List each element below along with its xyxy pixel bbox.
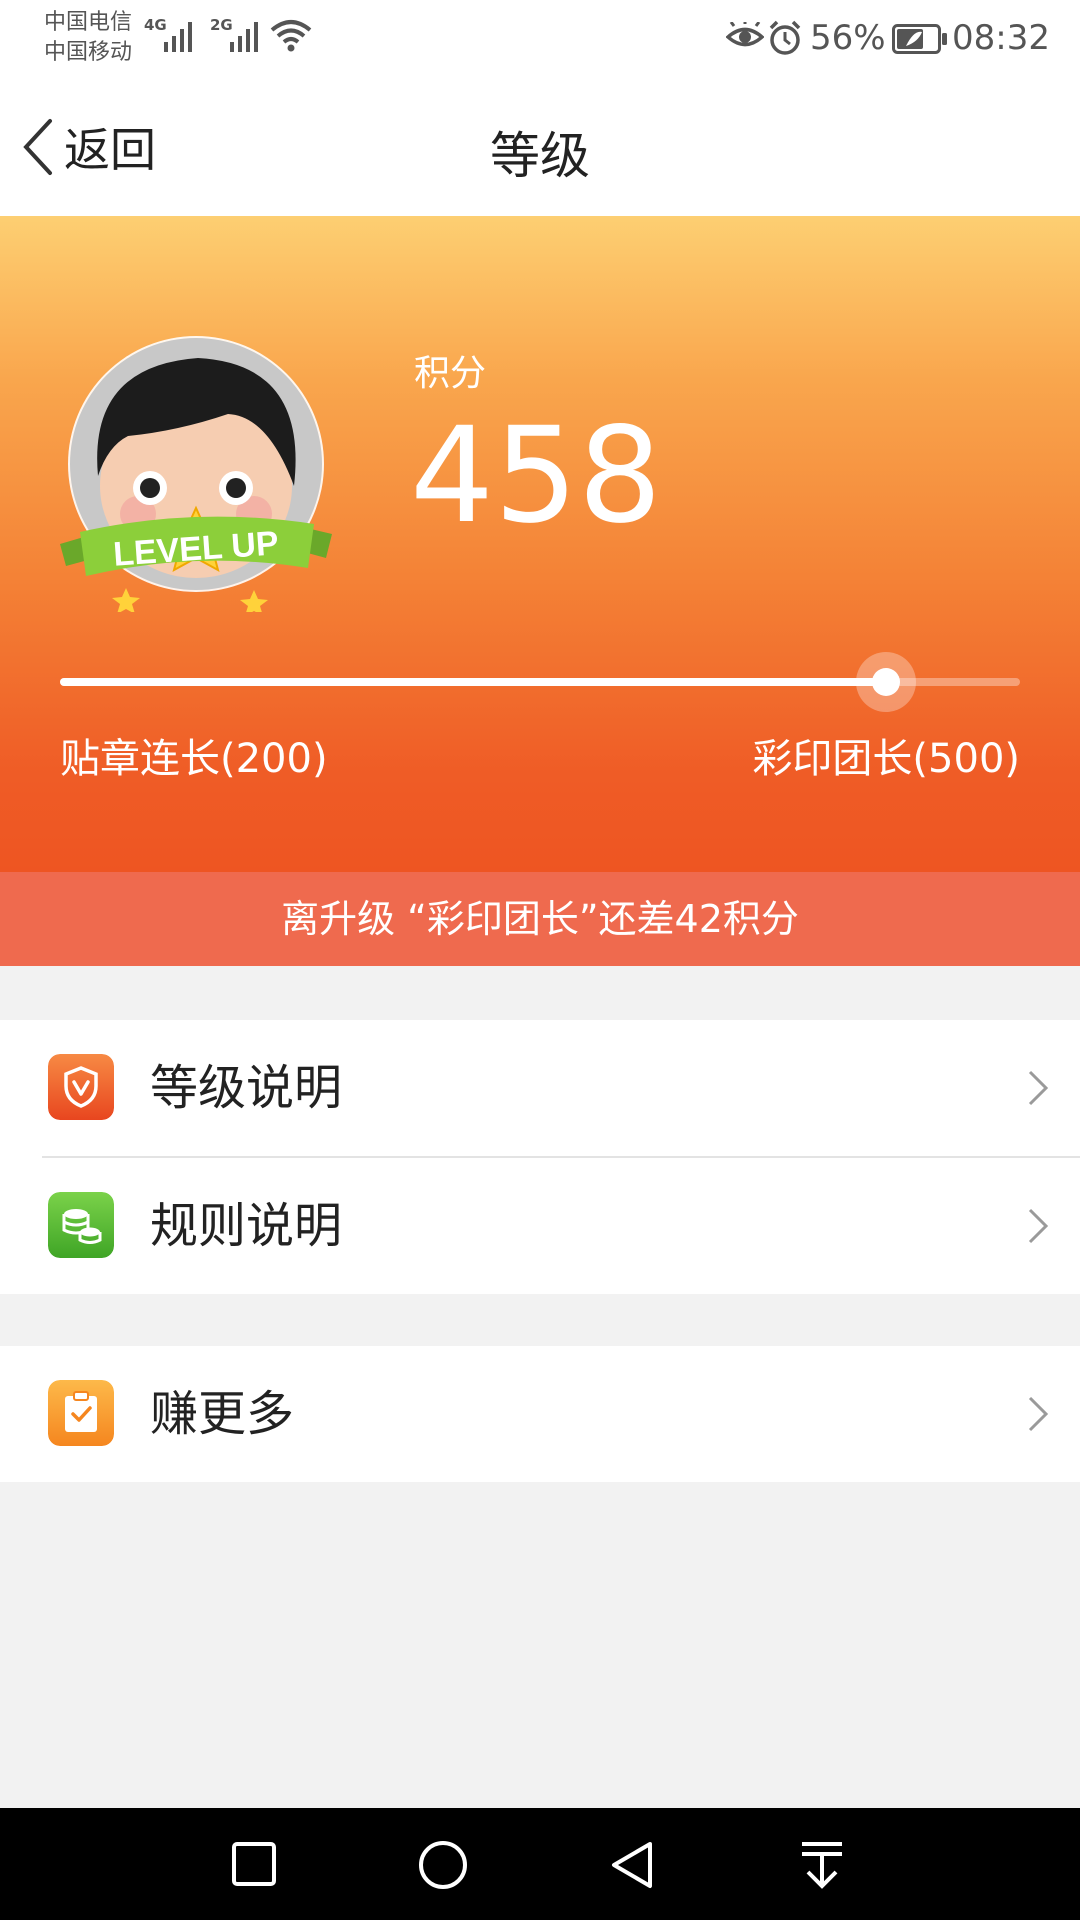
- chevron-right-icon: [1028, 1396, 1049, 1432]
- carrier-2: 中国移动: [44, 40, 133, 65]
- wifi-icon: [270, 20, 312, 52]
- battery-icon: [892, 24, 947, 54]
- system-navigation-bar: [0, 1808, 1080, 1920]
- battery-percent: 56%: [810, 18, 886, 58]
- shield-v-icon: [48, 1054, 114, 1120]
- eye-comfort-icon: [726, 22, 764, 47]
- upgrade-hint-banner: 离升级 “彩印团长”还差42积分: [0, 872, 1080, 966]
- signal-bars-icon: [230, 22, 258, 52]
- menu-item-label: 规则说明: [150, 1198, 343, 1254]
- level-progress-bar: [60, 652, 1020, 712]
- next-level-label: 彩印团长(500): [752, 736, 1020, 782]
- clock: 08:32: [952, 18, 1050, 58]
- level-hero: LEVEL UP 积分 458 贴章连长(200) 彩印团长(500): [0, 216, 1080, 872]
- level-progress-fill: [60, 678, 886, 686]
- chevron-right-icon: [1028, 1070, 1049, 1106]
- menu-item-rules-description[interactable]: 规则说明: [0, 1158, 1080, 1294]
- navbar: 返回 等级: [0, 76, 1080, 216]
- home-icon[interactable]: [416, 1838, 470, 1892]
- points-value: 458: [410, 399, 662, 553]
- chevron-right-icon: [1028, 1208, 1049, 1244]
- recent-apps-icon[interactable]: [228, 1838, 280, 1890]
- current-level-label: 贴章连长(200): [60, 736, 328, 782]
- coin-stack-icon: [48, 1192, 114, 1258]
- menu-item-level-description[interactable]: 等级说明: [0, 1020, 1080, 1158]
- back-nav-icon[interactable]: [606, 1838, 658, 1892]
- menu-item-label: 等级说明: [150, 1060, 343, 1116]
- menu-item-earn-more[interactable]: 赚更多: [0, 1346, 1080, 1482]
- carrier-1: 中国电信: [44, 10, 133, 35]
- avatar: LEVEL UP: [60, 336, 332, 612]
- menu-group-info: 等级说明 规则说明: [0, 1020, 1080, 1294]
- points-label: 积分: [414, 353, 487, 394]
- menu-group-earn: 赚更多: [0, 1346, 1080, 1482]
- clipboard-check-icon: [48, 1380, 114, 1446]
- page-title: 等级: [490, 127, 590, 185]
- signal-bars-icon: [164, 22, 192, 52]
- alarm-icon: [769, 20, 801, 55]
- menu-item-label: 赚更多: [150, 1386, 295, 1442]
- level-progress-knob: [871, 668, 900, 696]
- notification-pull-down-icon[interactable]: [796, 1838, 848, 1892]
- status-bar: 中国电信 中国移动 4G 2G 56% 08:32: [0, 0, 1080, 76]
- carrier-names: 中国电信 中国移动: [44, 8, 132, 68]
